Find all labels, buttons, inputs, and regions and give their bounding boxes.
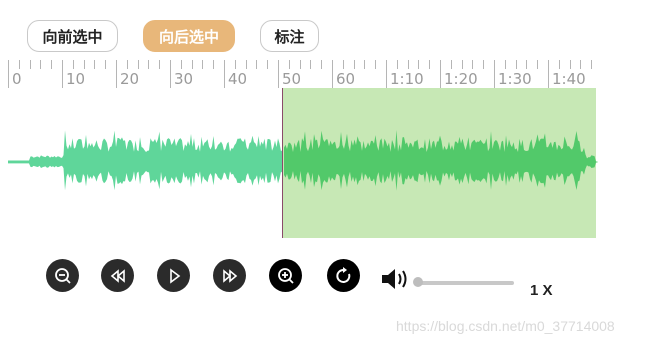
timeline-major-tick	[62, 60, 63, 88]
timeline-major-tick	[116, 60, 117, 88]
timeline-minor-tick	[29, 60, 31, 69]
timeline-minor-tick	[342, 60, 344, 69]
timeline-label: 0	[12, 70, 22, 88]
timeline-minor-tick	[213, 60, 215, 69]
timeline-minor-tick	[418, 60, 420, 69]
timeline-label: 60	[336, 70, 356, 88]
select-after-button[interactable]: 向后选中	[143, 20, 235, 52]
timeline-minor-tick	[256, 60, 258, 69]
timeline-minor-tick	[94, 60, 96, 69]
timeline-minor-tick	[407, 60, 409, 69]
timeline-label: 1:40	[552, 70, 586, 88]
timeline-major-tick	[386, 60, 387, 88]
volume-slider-track[interactable]	[416, 281, 514, 285]
waveform-selected	[284, 130, 598, 191]
timeline-label: 30	[174, 70, 194, 88]
timeline-label: 1:20	[444, 70, 478, 88]
timeline-label: 20	[120, 70, 140, 88]
timeline-minor-tick	[105, 60, 107, 69]
playback-rate[interactable]: 1 X	[530, 282, 553, 299]
timeline-minor-tick	[245, 60, 247, 69]
timeline-minor-tick	[558, 60, 560, 69]
timeline-major-tick	[494, 60, 495, 88]
timeline-major-tick	[548, 60, 549, 88]
timeline-minor-tick	[72, 60, 74, 69]
playhead-cursor[interactable]	[282, 88, 283, 238]
rewind-icon	[110, 268, 125, 283]
timeline-label: 50	[282, 70, 302, 88]
timeline-minor-tick	[51, 60, 53, 69]
timeline-minor-tick	[537, 60, 539, 69]
timeline-minor-tick	[375, 60, 377, 69]
timeline-minor-tick	[569, 60, 571, 69]
volume-icon[interactable]	[381, 266, 411, 292]
zoom-out-button[interactable]	[46, 259, 79, 292]
waveform-unselected	[8, 130, 283, 191]
timeline-minor-tick	[396, 60, 398, 69]
waveform[interactable]	[0, 88, 652, 238]
volume-slider-knob[interactable]	[413, 277, 423, 287]
timeline-minor-tick	[321, 60, 323, 69]
timeline-minor-tick	[180, 60, 182, 69]
watermark: https://blog.csdn.net/m0_37714008	[396, 318, 615, 334]
timeline-minor-tick	[40, 60, 42, 69]
timeline-minor-tick	[364, 60, 366, 69]
play-icon	[169, 267, 180, 284]
timeline-major-tick	[332, 60, 333, 88]
timeline-minor-tick	[353, 60, 355, 69]
timeline-major-tick	[8, 60, 9, 88]
play-button[interactable]	[157, 259, 190, 292]
timeline-minor-tick	[18, 60, 20, 69]
timeline-major-tick	[440, 60, 441, 88]
timeline-minor-tick	[299, 60, 301, 69]
timeline-minor-tick	[483, 60, 485, 69]
fast-forward-icon	[222, 268, 237, 283]
timeline-minor-tick	[450, 60, 452, 69]
timeline-minor-tick	[234, 60, 236, 69]
timeline-minor-tick	[267, 60, 269, 69]
timeline-label: 10	[66, 70, 86, 88]
timeline-minor-tick	[202, 60, 204, 69]
timeline-minor-tick	[580, 60, 582, 69]
timeline-minor-tick	[429, 60, 431, 69]
timeline-major-tick	[224, 60, 225, 88]
timeline-minor-tick	[526, 60, 528, 69]
timeline-minor-tick	[148, 60, 150, 69]
rewind-button[interactable]	[101, 259, 134, 292]
reload-icon	[335, 266, 350, 283]
timeline-minor-tick	[515, 60, 517, 69]
timeline-minor-tick	[310, 60, 312, 69]
timeline-minor-tick	[159, 60, 161, 69]
timeline-minor-tick	[288, 60, 290, 69]
zoom-out-icon	[54, 267, 71, 284]
timeline-minor-tick	[83, 60, 85, 69]
fast-forward-button[interactable]	[213, 259, 246, 292]
timeline-label: 40	[228, 70, 248, 88]
timeline-minor-tick	[137, 60, 139, 69]
timeline-minor-tick	[461, 60, 463, 69]
timeline-label: 1:30	[498, 70, 532, 88]
timeline-minor-tick	[591, 60, 593, 69]
select-before-button[interactable]: 向前选中	[27, 20, 118, 52]
timeline-ruler[interactable]: 0 10 20 30 40 50 60 1:10 1:20 1:30 1:40	[0, 60, 652, 90]
timeline-minor-tick	[504, 60, 506, 69]
mark-button[interactable]: 标注	[260, 20, 319, 52]
timeline-major-tick	[170, 60, 171, 88]
timeline-minor-tick	[126, 60, 128, 69]
timeline-label: 1:10	[390, 70, 424, 88]
timeline-minor-tick	[472, 60, 474, 69]
timeline-major-tick	[278, 60, 279, 88]
zoom-in-button[interactable]	[269, 259, 302, 292]
timeline-minor-tick	[191, 60, 193, 69]
zoom-in-icon	[277, 267, 294, 284]
reload-button[interactable]	[327, 259, 360, 292]
